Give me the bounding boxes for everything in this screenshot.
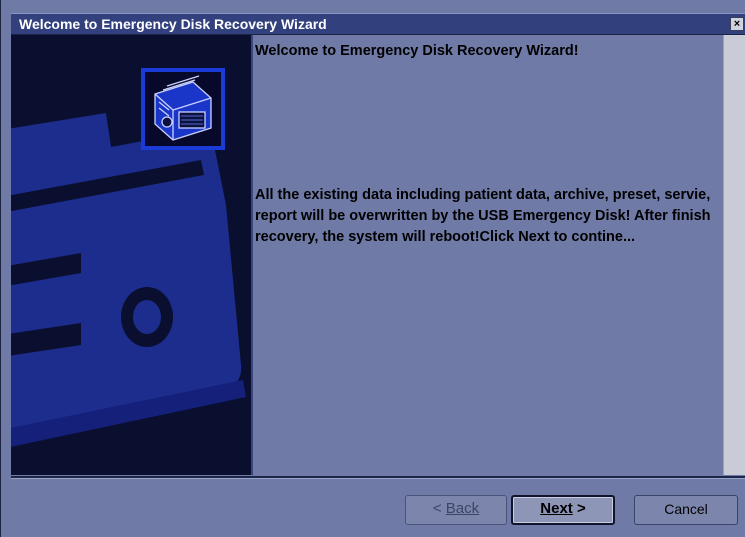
wizard-content: Welcome to Emergency Disk Recovery Wizar… (253, 35, 723, 475)
wizard-banner (11, 35, 253, 475)
window-title: Welcome to Emergency Disk Recovery Wizar… (19, 16, 327, 32)
side-strip (723, 35, 745, 475)
back-label: Back (445, 500, 480, 517)
title-bar[interactable]: Welcome to Emergency Disk Recovery Wizar… (11, 13, 745, 35)
close-icon: × (733, 18, 741, 30)
back-button[interactable]: < Back (405, 495, 507, 525)
divider (11, 476, 745, 479)
cancel-button[interactable]: Cancel (634, 495, 738, 525)
next-arrow: > (572, 500, 586, 517)
next-label: Next (540, 500, 573, 517)
page-heading: Welcome to Emergency Disk Recovery Wizar… (255, 43, 579, 59)
back-arrow: < (432, 500, 446, 517)
wizard-window: Welcome to Emergency Disk Recovery Wizar… (0, 0, 745, 537)
next-button[interactable]: Next > (511, 495, 615, 525)
close-button[interactable]: × (730, 17, 744, 31)
warning-message: All the existing data including patient … (255, 187, 711, 245)
hard-disk-icon (141, 68, 225, 150)
